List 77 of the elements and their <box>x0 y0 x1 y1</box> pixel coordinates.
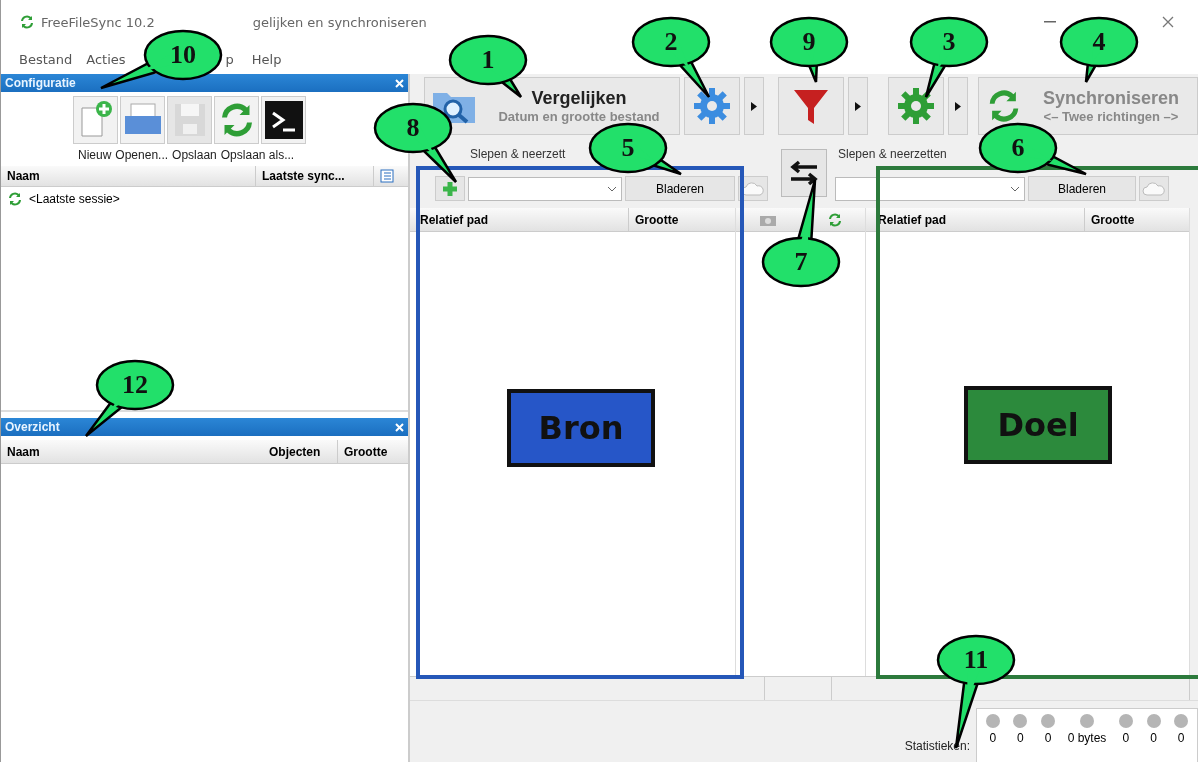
dropdown-arrow-icon <box>751 101 757 111</box>
swap-sides-button[interactable] <box>781 149 827 197</box>
callout-number: 2 <box>663 28 679 56</box>
window-title: FreeFileSync 10.2 <box>41 14 155 30</box>
statistics-value: 0 <box>1150 730 1157 745</box>
dropdown-button[interactable] <box>744 77 764 135</box>
column-header[interactable]: Relatief pad <box>866 208 1084 231</box>
terminal-icon <box>264 101 303 139</box>
column-header[interactable]: Grootte <box>628 208 735 231</box>
sync-settings-button[interactable] <box>888 77 944 135</box>
statistics-value: 0 <box>989 730 997 745</box>
sync-icon <box>827 211 843 228</box>
toolbar-label: Opslaan <box>172 148 217 162</box>
column-header[interactable]: Grootte <box>337 440 408 463</box>
close-icon[interactable] <box>1162 16 1174 28</box>
browse-button[interactable]: Bladeren <box>1028 176 1136 201</box>
menu-item[interactable]: Bestand <box>19 51 73 67</box>
browse-button[interactable]: Bladeren <box>625 176 735 201</box>
column-header[interactable]: Naam <box>1 166 255 186</box>
callout-number: 5 <box>620 134 636 162</box>
dropdown-button[interactable] <box>848 77 868 135</box>
callout-number: 7 <box>793 248 809 276</box>
column-header[interactable]: Objecten <box>263 440 337 463</box>
swap-arrows-icon <box>789 159 819 187</box>
toolbar-label: Openen... <box>115 148 169 162</box>
chevron-down-icon <box>607 185 617 192</box>
source-label: Bron <box>507 389 655 467</box>
callout-number: 12 <box>121 371 149 399</box>
statistics-value: 0 <box>1177 730 1185 745</box>
target-label: Doel <box>964 386 1112 464</box>
dropdown-button[interactable] <box>948 77 968 135</box>
column-header[interactable]: Relatief pad <box>410 208 628 231</box>
session-sync-icon <box>7 191 23 207</box>
toolbar-label: Opslaan als... <box>220 148 295 162</box>
folder-path-field[interactable] <box>835 176 1025 201</box>
gear-icon <box>896 86 936 126</box>
callout-number: 9 <box>801 28 817 56</box>
folder-drop-label: Slepen & neerzetten <box>838 147 947 161</box>
folder-path-field[interactable] <box>468 176 622 201</box>
column-header[interactable]: Naam <box>1 440 263 463</box>
statistics-label: Statistieken: <box>904 738 970 753</box>
plus-icon <box>442 180 458 197</box>
callout-number: 10 <box>169 41 197 69</box>
dropdown-arrow-icon <box>855 101 861 111</box>
cloud-icon <box>741 181 765 196</box>
statistics-value: 0 bytes <box>1067 730 1107 745</box>
add-folder-button[interactable] <box>435 176 465 201</box>
filter-button[interactable] <box>778 77 844 135</box>
column-header[interactable]: Grootte <box>1084 208 1189 231</box>
callout-number: 3 <box>941 28 957 56</box>
menu-item[interactable]: p <box>225 51 234 67</box>
cloud-icon <box>1142 181 1166 196</box>
session-name[interactable]: <Laatste sessie> <box>29 192 120 206</box>
callout-number: 11 <box>962 646 990 674</box>
dropdown-arrow-icon <box>955 101 961 111</box>
app-logo-icon <box>19 14 35 30</box>
toolbar-button[interactable] <box>261 96 306 144</box>
toolbar-label: Nieuw <box>78 148 112 162</box>
callout-number: 8 <box>405 114 421 142</box>
callout-number: 1 <box>480 46 496 74</box>
callout-number: 6 <box>1010 134 1026 162</box>
menu-item[interactable]: Acties <box>86 51 126 67</box>
callout-number: 4 <box>1091 28 1107 56</box>
statistics-value: 0 <box>1044 730 1052 745</box>
column-header[interactable]: Laatste sync... <box>255 166 373 186</box>
chevron-down-icon <box>1010 185 1020 192</box>
minimize-icon <box>1044 21 1056 23</box>
panel-title: Configuratie <box>5 76 76 90</box>
panel-title: Overzicht <box>5 420 60 434</box>
statistics-value: 0 <box>1017 730 1024 745</box>
gear-icon <box>692 86 732 126</box>
list-settings-icon[interactable] <box>380 169 394 183</box>
window-title: gelijken en synchroniseren <box>252 14 427 30</box>
menu-item[interactable]: Help <box>251 51 282 67</box>
folder-drop-label: Slepen & neerzett <box>470 147 566 161</box>
compare-settings-button[interactable] <box>684 77 740 135</box>
statistics-value: 0 <box>1122 730 1130 745</box>
